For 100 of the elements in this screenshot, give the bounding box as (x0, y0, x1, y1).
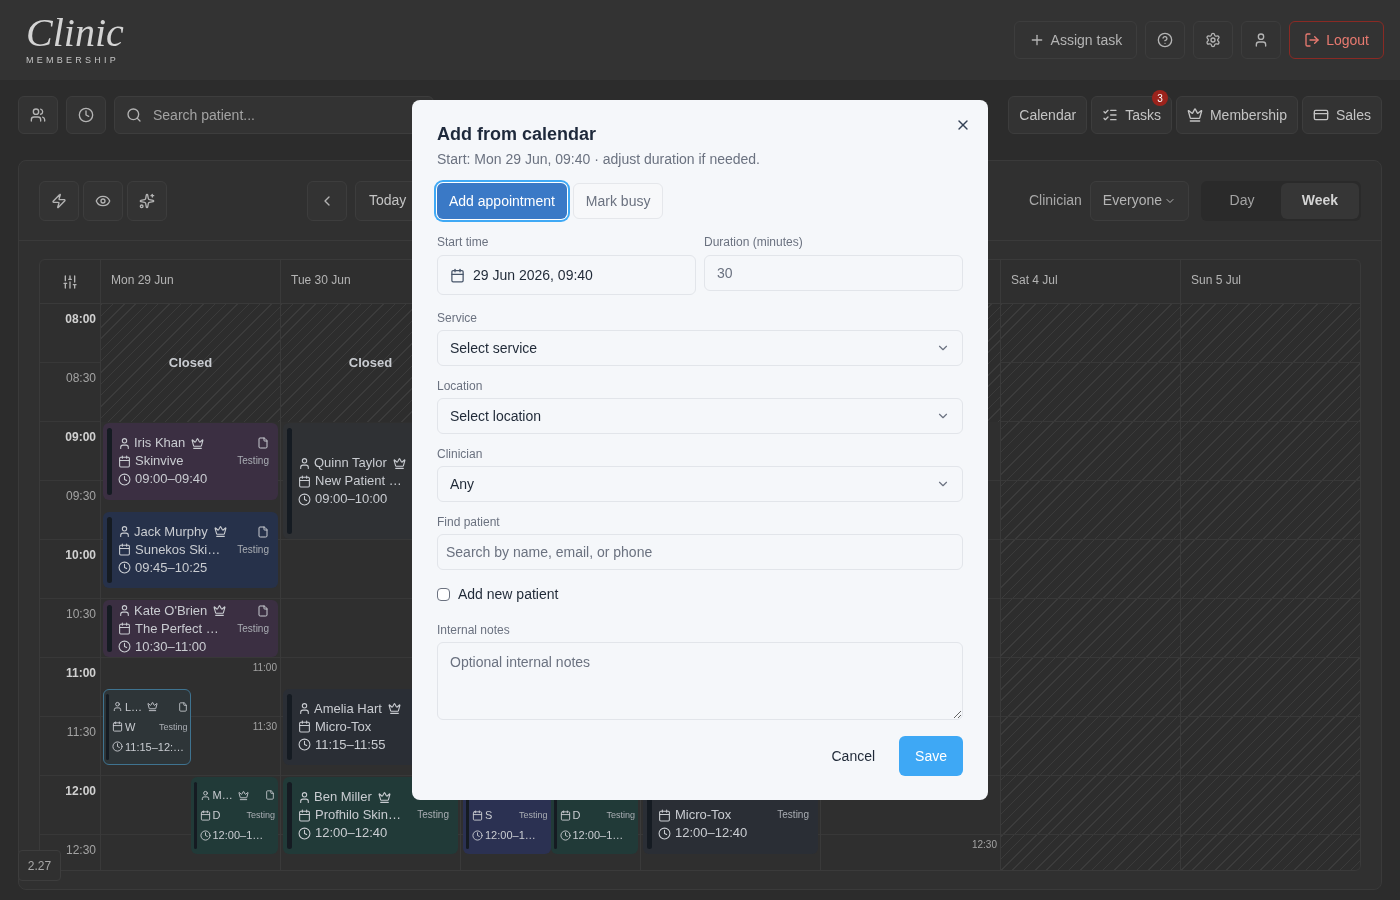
cancel-button[interactable]: Cancel (819, 736, 888, 776)
time-label: 11:30 (66, 725, 96, 739)
appointment-card[interactable]: L… W Testing 11:15–12:… (103, 688, 191, 766)
person-icon (298, 702, 311, 716)
duration-field[interactable]: 30 (704, 255, 963, 291)
clock-icon (199, 829, 211, 841)
history-button[interactable] (66, 96, 106, 134)
appointment-card[interactable]: Ben Miller Profhilo Skin… Testing 12:00–12:40 (283, 777, 458, 854)
dialog-title: Add from calendar (437, 123, 598, 146)
tag-label: Testing (777, 808, 809, 823)
crown-icon (1186, 107, 1203, 123)
tag-label: Testing (518, 809, 548, 823)
clock-icon (78, 107, 94, 123)
dialog-subtitle: Start: Mon 29 Jun, 09:40 · adjust duration if needed. (437, 150, 761, 169)
view-tab[interactable]: Week (1281, 182, 1359, 219)
notes-field[interactable]: Optional internal notes (437, 642, 963, 720)
clock-icon (118, 640, 131, 653)
time-range: 10:30–11:00 (135, 637, 207, 656)
search-icon (126, 107, 142, 123)
card-icon (1312, 107, 1329, 123)
slot-time: 12:30 (971, 838, 997, 852)
tag-label: Testing (237, 542, 269, 557)
magic-button[interactable] (127, 180, 167, 221)
tag-label: Testing (158, 720, 188, 734)
help-button[interactable] (1145, 21, 1186, 59)
person-icon (298, 790, 311, 804)
zoom-badge: 2.27 (18, 850, 61, 881)
tag-label: Testing (606, 809, 635, 823)
select-field[interactable]: Any (437, 466, 963, 502)
nav-link[interactable]: Sales (1301, 96, 1382, 134)
sparkle-icon (139, 192, 155, 209)
clock-icon (118, 472, 131, 486)
day-heading: Sun 5 Jul (1191, 273, 1242, 287)
clock-icon (658, 826, 671, 840)
time-label: 09:00 (65, 430, 96, 444)
view-tab[interactable]: Day (1203, 182, 1281, 219)
calendar-icon (298, 474, 311, 488)
logo-script: Clinic (26, 12, 124, 55)
person-icon (298, 456, 311, 470)
patients-button[interactable] (18, 96, 58, 134)
calendar-icon (118, 543, 131, 557)
clock-icon (112, 741, 123, 753)
calendar-icon (112, 721, 123, 733)
select-field[interactable]: Select location (437, 398, 963, 434)
select-field[interactable]: Select service (437, 330, 963, 366)
search-field[interactable]: Search patient... (114, 96, 434, 134)
calendar-icon (658, 808, 671, 822)
slot-time: 11:30 (252, 720, 277, 734)
checkbox[interactable] (437, 588, 450, 601)
time-range: 09:00–10:00 (315, 490, 388, 508)
day-heading: Tue 30 Jun (291, 273, 351, 287)
calendar-icon (298, 808, 311, 822)
calendar-icon (472, 809, 483, 821)
service-name: Sunekos Ski… (135, 540, 221, 559)
patient-search-field[interactable]: Search by name, email, or phone (437, 534, 963, 570)
nav-link[interactable]: Membership (1175, 96, 1298, 134)
account-button[interactable] (1241, 21, 1282, 59)
time-range: 12:00–1… (212, 828, 264, 844)
logout-button[interactable]: Logout (1289, 21, 1384, 59)
time-label: 08:00 (65, 312, 96, 326)
lightning-icon (51, 192, 67, 209)
appointment-card[interactable]: Iris Khan Skinvive Testing 09:00–09:40 (103, 423, 278, 500)
help-icon (1157, 32, 1174, 48)
time-range: 09:45–10:25 (135, 558, 208, 577)
patient-name: Ben Miller (314, 788, 372, 807)
service-name: D (212, 808, 221, 824)
person-icon (118, 436, 131, 450)
patient-name: Jack Murphy (134, 522, 208, 541)
calendar-icon (450, 267, 465, 283)
clinician-label: Clinician (1028, 191, 1082, 210)
service-name: The Perfect … (135, 619, 219, 638)
time-label: 11:00 (65, 666, 96, 680)
quick-button[interactable] (39, 180, 79, 221)
person-icon (118, 525, 131, 539)
appointment-card[interactable]: Kate O'Brien The Perfect … Testing 10:30–11:00 (103, 600, 278, 657)
service-name: Micro-Tox (675, 806, 732, 825)
calendar-icon (298, 720, 311, 734)
time-range: 11:15–11:55 (315, 735, 386, 754)
settings-button[interactable] (1193, 21, 1234, 59)
field-value: 29 Jun 2026, 09:40 (473, 265, 593, 285)
sliders-icon[interactable] (62, 273, 78, 290)
appointment-card[interactable]: M… D Testing 12:00–1… (190, 777, 278, 854)
appointment-card[interactable]: Jack Murphy Sunekos Ski… Testing 09:45–10:25 (103, 511, 278, 589)
mode-tab[interactable]: Add appointment (437, 183, 567, 219)
service-name: D (572, 808, 581, 824)
mode-tab[interactable]: Mark busy (572, 183, 664, 219)
time-label: 09:30 (65, 489, 96, 503)
field-label: Service (437, 311, 478, 325)
time-label: 12:30 (65, 843, 96, 857)
clinician-select[interactable]: Everyone (1089, 180, 1189, 221)
start-time-field[interactable]: 29 Jun 2026, 09:40 (437, 255, 696, 295)
visibility-button[interactable] (83, 180, 123, 221)
nav-link[interactable]: Calendar (1008, 96, 1088, 134)
clock-icon (298, 492, 311, 506)
assign-task-button[interactable]: Assign task (1013, 21, 1138, 59)
calendar-icon (559, 809, 571, 821)
checkbox-label: Add new patient (458, 585, 559, 604)
day-heading: Mon 29 Jun (111, 273, 174, 287)
patient-name: Quinn Taylor (314, 454, 387, 472)
service-name: S (485, 808, 493, 824)
